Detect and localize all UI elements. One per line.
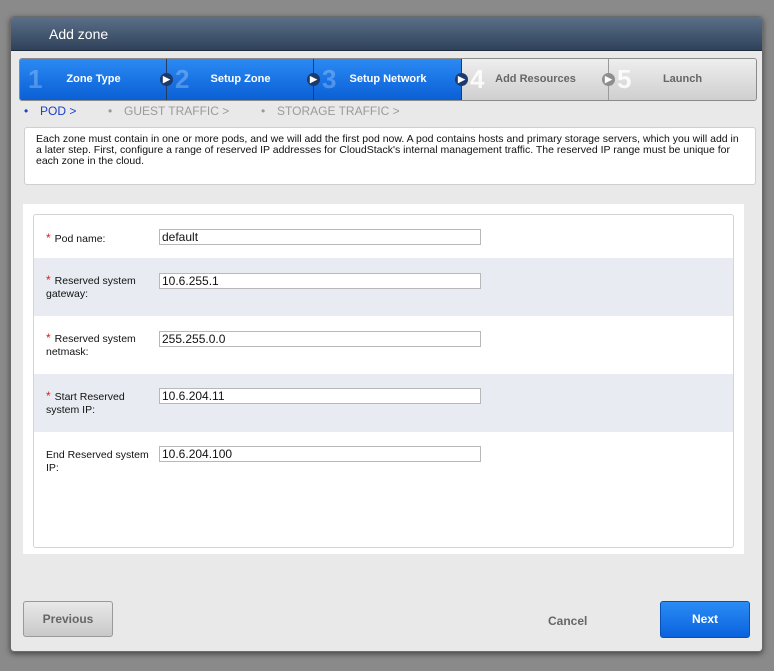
step-label: Setup Zone [210, 73, 271, 85]
cancel-button[interactable]: Cancel [548, 614, 587, 628]
end-ip-input[interactable] [159, 446, 481, 462]
field-label: * Reserved system netmask: [46, 332, 151, 359]
subnav-storage-traffic[interactable]: STORAGE TRAFFIC > [277, 104, 400, 118]
field-label: End Reserved system IP: [46, 449, 151, 475]
subnav-bullet: • [24, 104, 29, 118]
form-row-gateway: * Reserved system gateway: [34, 258, 733, 316]
field-label: * Start Reserved system IP: [46, 390, 151, 417]
form-container: *Pod name: *Reserved system gateway: *Re… [23, 204, 744, 554]
chevron-right-icon: ▶ [307, 73, 320, 86]
netmask-label: Reserved system netmask: [46, 333, 136, 358]
dialog-title: Add zone [49, 26, 109, 42]
chevron-right-icon: ▶ [455, 73, 468, 86]
gateway-input[interactable] [159, 273, 481, 289]
subnav-bullet: • [261, 104, 266, 118]
step-label: Setup Network [349, 73, 427, 85]
form-row-end-ip: End Reserved system IP: [34, 432, 733, 547]
form-row-netmask: * Reserved system netmask: [34, 316, 733, 374]
next-button[interactable]: Next [660, 601, 750, 638]
add-zone-dialog: Add zone 1 Zone Type 2 Setup Zone 3 Setu… [10, 16, 763, 652]
field-label: * Reserved system gateway: [46, 274, 151, 301]
required-mark: * [46, 389, 51, 403]
pod-description: Each zone must contain in one or more po… [24, 127, 756, 185]
step-setup-zone: 2 Setup Zone [167, 59, 314, 100]
pod-name-input[interactable] [159, 229, 481, 245]
netmask-input[interactable] [159, 331, 481, 347]
chevron-right-icon: ▶ [160, 73, 173, 86]
dialog-title-bar[interactable]: Add zone [11, 17, 762, 51]
step-label: Add Resources [495, 73, 576, 85]
step-label: Zone Type [66, 73, 121, 85]
pod-name-label: Pod name: [54, 233, 106, 245]
start-ip-label: Start Reserved system IP: [46, 391, 125, 416]
required-mark: * [46, 273, 51, 287]
gateway-label: Reserved system gateway: [46, 275, 136, 300]
step-launch: 5 Launch [609, 59, 756, 100]
step-label: Launch [662, 73, 703, 85]
form-row-start-ip: * Start Reserved system IP: [34, 374, 733, 432]
required-mark: * [46, 331, 51, 345]
step-zone-type: 1 Zone Type [20, 59, 167, 100]
field-label: * Pod name: [46, 232, 151, 246]
previous-button[interactable]: Previous [23, 601, 113, 637]
subnav-bullet: • [108, 104, 113, 118]
subnav-guest-traffic[interactable]: GUEST TRAFFIC > [124, 104, 229, 118]
step-setup-network: 3 Setup Network [314, 59, 462, 100]
chevron-right-icon: ▶ [602, 73, 615, 86]
step-add-resources: 4 Add Resources [462, 59, 609, 100]
subnav-pod[interactable]: POD > [40, 104, 76, 118]
wizard-steps: 1 Zone Type 2 Setup Zone 3 Setup Network… [19, 58, 757, 101]
start-ip-input[interactable] [159, 388, 481, 404]
form-row-pod-name: * Pod name: [34, 215, 733, 258]
required-mark: * [46, 231, 51, 245]
pod-form: *Pod name: *Reserved system gateway: *Re… [33, 214, 734, 548]
end-ip-label: End Reserved system IP: [46, 449, 149, 474]
